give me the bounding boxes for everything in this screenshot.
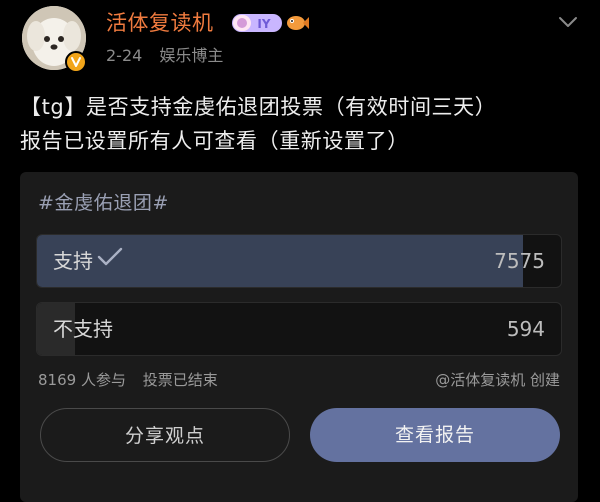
chevron-down-icon[interactable] [558,14,578,28]
poll-footer: 8169 人参与 投票已结束 @活体复读机 创建 [38,370,560,390]
view-report-button[interactable]: 查看报告 [310,408,560,462]
poll-option-label: 不支持 [53,317,113,341]
checkmark-icon [97,235,123,287]
poll-option-count: 594 [506,317,545,341]
poll-card: #金虔佑退团# 支持 7575 不支持 594 8169 人参与 投票已结束 @… [20,172,578,502]
poll-option-support[interactable]: 支持 7575 [36,234,562,288]
poll-option-oppose[interactable]: 不支持 594 [36,302,562,356]
poll-topic-tag[interactable]: #金虔佑退团# [38,188,169,215]
poll-participants: 8169 人参与 [38,371,126,389]
level-badge-icon: IY [232,13,282,37]
poll-creator[interactable]: @活体复读机 创建 [435,370,560,390]
poll-option-count: 7575 [494,249,545,273]
level-badge-text: IY [257,17,270,31]
fish-icon [285,13,309,37]
poll-status: 投票已结束 [142,371,218,389]
post-line-2: 报告已设置所有人可查看（重新设置了） [20,129,409,153]
verified-badge-icon [65,51,87,73]
share-opinion-button[interactable]: 分享观点 [40,408,290,462]
poll-option-label: 支持 [53,249,93,273]
avatar-container[interactable] [22,6,87,73]
post-body: 【tg】是否支持金虔佑退团投票（有效时间三天） 报告已设置所有人可查看（重新设置… [20,90,580,158]
post-date: 2-24 [106,46,143,65]
username[interactable]: 活体复读机 [106,10,214,36]
user-tag[interactable]: 娱乐博主 [159,46,223,65]
post-line-1: 【tg】是否支持金虔佑退团投票（有效时间三天） [20,95,497,119]
user-badges: IY [232,13,309,37]
post-meta: 2-24 娱乐博主 [106,46,223,66]
